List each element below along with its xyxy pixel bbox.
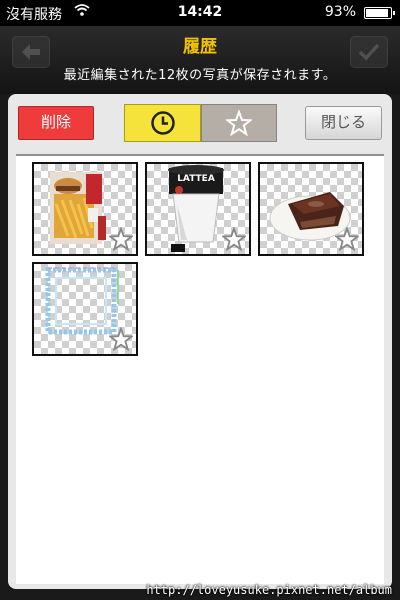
star-outline-icon[interactable] <box>222 227 246 251</box>
battery-icon <box>364 7 395 19</box>
star-outline-icon[interactable] <box>335 227 359 251</box>
close-button[interactable]: 閉じる <box>305 106 382 140</box>
page-subtitle: 最近編集された12枚の写真が保存されます。 <box>63 68 337 83</box>
photo-thumbnail[interactable] <box>258 162 364 256</box>
photo-thumbnail[interactable] <box>32 162 138 256</box>
history-panel: 削除 閉じる LATTEA <box>8 94 392 589</box>
star-outline-icon[interactable] <box>109 327 133 351</box>
watermark: http://loveyusuke.pixnet.net/album <box>146 583 392 597</box>
photo-thumbnail[interactable] <box>32 262 138 356</box>
status-bar: 沒有服務 14:42 93% <box>0 0 400 26</box>
delete-button[interactable]: 削除 <box>18 106 94 140</box>
tab-favorites[interactable] <box>201 104 277 142</box>
star-icon <box>226 110 252 136</box>
photo-grid: LATTEA <box>16 154 384 584</box>
tab-history[interactable] <box>124 104 201 142</box>
photo-thumbnail[interactable]: LATTEA <box>145 162 251 256</box>
header-bar: 履歴 最近編集された12枚の写真が保存されます。 <box>0 26 400 94</box>
star-outline-icon[interactable] <box>109 227 133 251</box>
checkmark-icon <box>358 43 380 61</box>
battery-percent: 93% <box>324 4 356 20</box>
page-title: 履歴 <box>183 37 217 57</box>
latte-label: LATTEA <box>177 174 215 184</box>
clock-icon <box>150 111 175 135</box>
